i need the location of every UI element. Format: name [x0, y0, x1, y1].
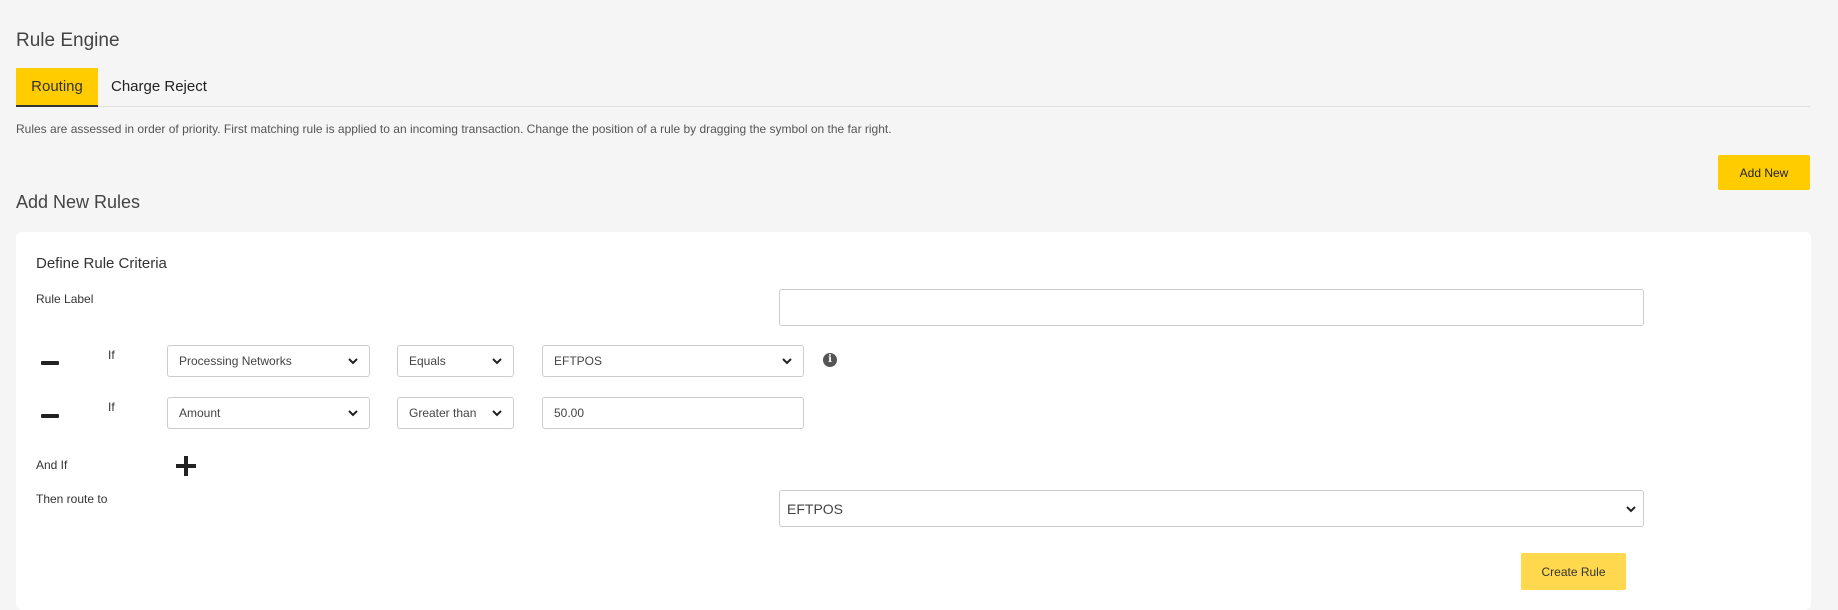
chevron-down-icon: [348, 410, 358, 417]
tab-bar: Routing Charge Reject: [16, 68, 1810, 107]
and-if-label: And If: [36, 458, 68, 472]
route-to-label: Then route to: [36, 492, 108, 506]
route-to-value: EFTPOS: [787, 500, 844, 517]
condition-value-text: EFTPOS: [554, 354, 603, 368]
chevron-down-icon: [348, 358, 358, 365]
condition-value-input[interactable]: 50.00: [542, 397, 804, 429]
info-icon[interactable]: i: [823, 353, 837, 367]
card-title: Define Rule Criteria: [36, 255, 167, 272]
condition-field-value: Amount: [179, 406, 221, 420]
tab-routing[interactable]: Routing: [16, 68, 98, 107]
create-rule-button[interactable]: Create Rule: [1521, 553, 1626, 590]
route-to-select[interactable]: EFTPOS: [779, 490, 1644, 527]
chevron-down-icon: [782, 358, 792, 365]
section-title: Add New Rules: [16, 192, 141, 212]
add-condition-icon[interactable]: [176, 456, 196, 476]
rule-label-label: Rule Label: [36, 292, 94, 306]
tab-charge-reject[interactable]: Charge Reject: [111, 68, 207, 107]
condition-field-select[interactable]: Processing Networks: [167, 345, 370, 377]
condition-if-label: If: [108, 348, 115, 362]
condition-operator-value: Greater than: [409, 406, 477, 420]
chevron-down-icon: [1626, 505, 1636, 512]
condition-field-select[interactable]: Amount: [167, 397, 370, 429]
remove-condition-icon[interactable]: [41, 414, 59, 418]
remove-condition-icon[interactable]: [41, 361, 59, 365]
condition-field-value: Processing Networks: [179, 354, 292, 368]
condition-value-select[interactable]: EFTPOS: [542, 345, 804, 377]
chevron-down-icon: [492, 358, 502, 365]
page-description: Rules are assessed in order of priority.…: [16, 122, 892, 136]
chevron-down-icon: [492, 410, 502, 417]
page-title: Rule Engine: [16, 30, 120, 51]
rule-criteria-card: Define Rule Criteria Rule Label If Proce…: [16, 232, 1811, 610]
condition-operator-value: Equals: [409, 354, 446, 368]
condition-operator-select[interactable]: Equals: [397, 345, 514, 377]
rule-label-input[interactable]: [779, 289, 1644, 326]
add-new-button[interactable]: Add New: [1718, 155, 1810, 190]
condition-if-label: If: [108, 400, 115, 414]
condition-operator-select[interactable]: Greater than: [397, 397, 514, 429]
